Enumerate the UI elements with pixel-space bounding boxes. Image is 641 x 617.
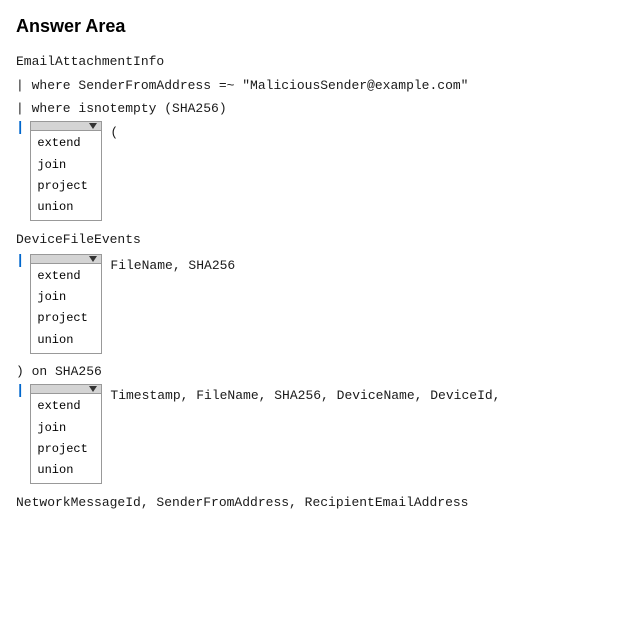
dropdown-3-option-join[interactable]: join xyxy=(35,418,97,439)
line-network-message: NetworkMessageId, SenderFromAddress, Rec… xyxy=(16,492,625,515)
dropdown-3-options: extend join project union xyxy=(31,394,101,483)
page-title: Answer Area xyxy=(16,16,625,37)
dropdown-1[interactable]: extend join project union xyxy=(30,121,102,221)
code-on-sha256: ) on SHA256 xyxy=(16,362,102,383)
dropdown-1-header[interactable] xyxy=(31,122,101,131)
pipe-2: | xyxy=(16,254,24,268)
line-email-attachment: EmailAttachmentInfo xyxy=(16,51,625,74)
pipe-3: | xyxy=(16,384,24,398)
dropdown-2-options: extend join project union xyxy=(31,264,101,353)
after-dropdown-1: ( xyxy=(110,121,118,144)
dropdown-1-options: extend join project union xyxy=(31,131,101,220)
dropdown-3[interactable]: extend join project union xyxy=(30,384,102,484)
code-block: EmailAttachmentInfo | where SenderFromAd… xyxy=(16,51,625,515)
line-on-sha256: ) on SHA256 xyxy=(16,362,625,383)
line-dropdown2: | extend join project union FileName, SH… xyxy=(16,254,625,354)
dropdown-3-option-project[interactable]: project xyxy=(35,439,97,460)
after-dropdown-3: Timestamp, FileName, SHA256, DeviceName,… xyxy=(110,384,500,407)
dropdown-3-arrow xyxy=(89,386,97,392)
dropdown-2-option-join[interactable]: join xyxy=(35,287,97,308)
dropdown-2-option-union[interactable]: union xyxy=(35,330,97,351)
pipe-1: | xyxy=(16,121,24,135)
line-where-sender: | where SenderFromAddress =~ "MaliciousS… xyxy=(16,76,625,97)
dropdown-1-option-extend[interactable]: extend xyxy=(35,133,97,154)
dropdown-2-header[interactable] xyxy=(31,255,101,264)
dropdown-2-option-extend[interactable]: extend xyxy=(35,266,97,287)
dropdown-1-option-project[interactable]: project xyxy=(35,176,97,197)
dropdown-3-option-union[interactable]: union xyxy=(35,460,97,481)
line-dropdown3: | extend join project union Timestamp, F… xyxy=(16,384,625,484)
dropdown-1-option-union[interactable]: union xyxy=(35,197,97,218)
line-where-isnotempty: | where isnotempty (SHA256) xyxy=(16,99,625,120)
after-dropdown-2: FileName, SHA256 xyxy=(110,254,235,277)
code-where-sender: | where SenderFromAddress =~ "MaliciousS… xyxy=(16,76,468,97)
dropdown-1-option-join[interactable]: join xyxy=(35,155,97,176)
dropdown-3-header[interactable] xyxy=(31,385,101,394)
dropdown-3-option-extend[interactable]: extend xyxy=(35,396,97,417)
dropdown-1-arrow xyxy=(89,123,97,129)
line-dropdown1: | extend join project union ( xyxy=(16,121,625,221)
code-where-isnotempty: | where isnotempty (SHA256) xyxy=(16,99,227,120)
line-device-file-events: DeviceFileEvents xyxy=(16,229,625,252)
dropdown-2-option-project[interactable]: project xyxy=(35,308,97,329)
dropdown-2-arrow xyxy=(89,256,97,262)
dropdown-2[interactable]: extend join project union xyxy=(30,254,102,354)
